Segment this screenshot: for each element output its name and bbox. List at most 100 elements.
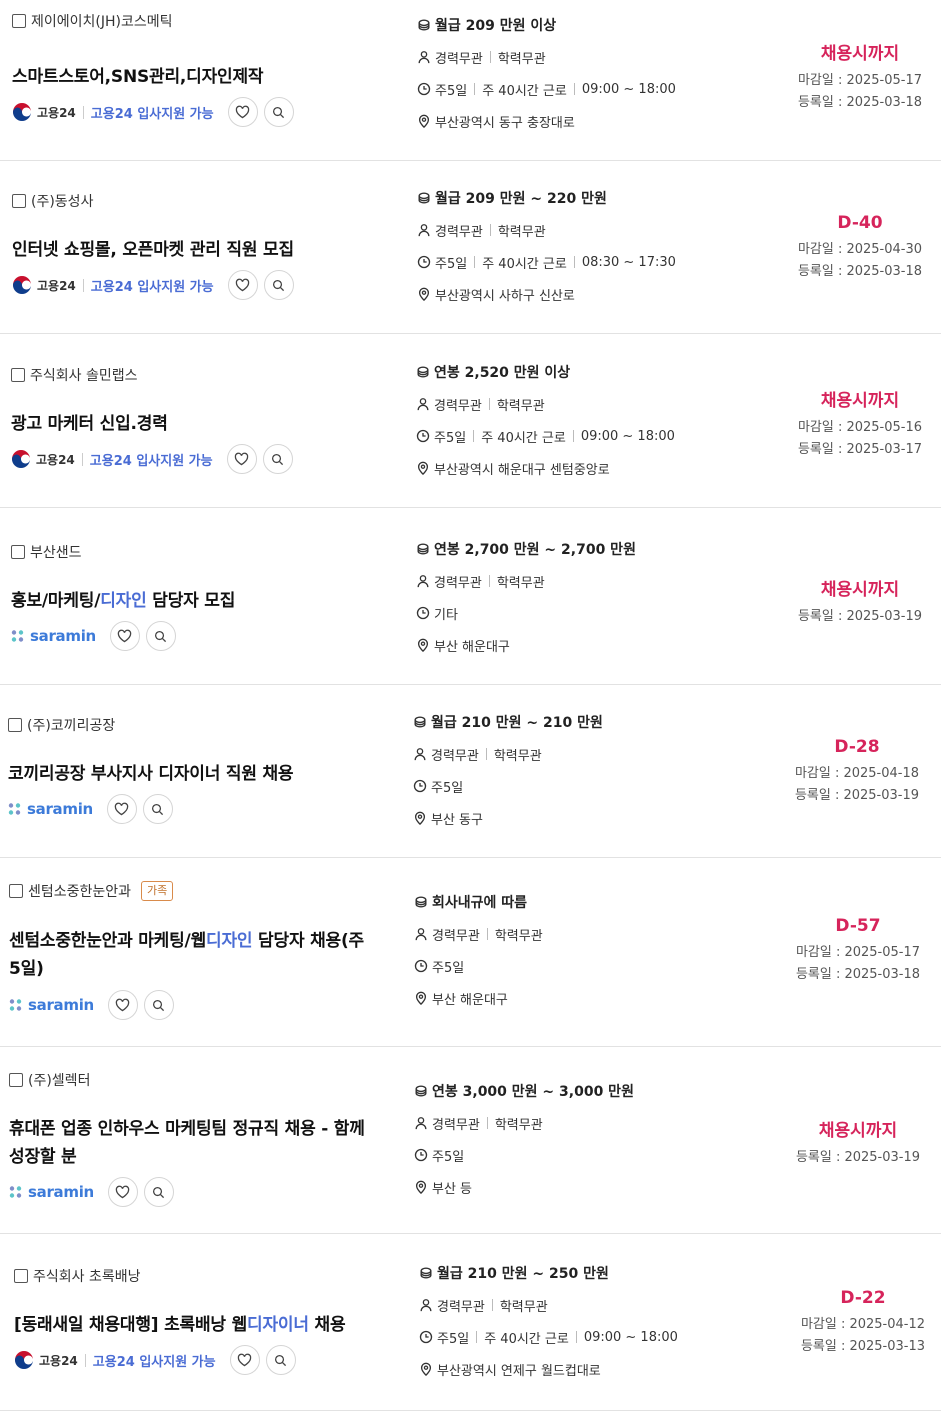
divider <box>82 105 84 119</box>
company-name[interactable]: 부산샌드 <box>30 542 82 562</box>
favorite-button[interactable] <box>106 794 137 824</box>
career: 경력무관 <box>434 575 482 591</box>
select-checkbox[interactable] <box>11 368 25 382</box>
select-checkbox[interactable] <box>12 194 26 208</box>
job-deadline: D-22 마감일 : 2025-04-12 등록일 : 2025-03-13 <box>798 1288 928 1358</box>
schedule-line: 주5일 주 40시간 근로 09:00 ~ 18:00 <box>417 73 676 105</box>
title-text: 채용 <box>308 1315 346 1335</box>
clock-icon <box>417 255 435 269</box>
person-icon <box>417 50 435 64</box>
company-name[interactable]: 제이에이치(JH)코스메틱 <box>31 11 173 31</box>
heart-icon <box>117 629 132 643</box>
favorite-button[interactable] <box>229 1345 260 1375</box>
job-conditions: 월급 209 만원 이상 경력무관 학력무관 주5일 주 40시간 근로 09:00 ~ … <box>417 9 676 137</box>
location-line: 부산 해운대구 <box>416 629 636 661</box>
gov24-apply-link[interactable]: 고용24 입사지원 가능 <box>93 1351 216 1370</box>
job-title[interactable]: [동래새일 채용대행] 초록배낭 웹디자이너 채용 <box>14 1311 374 1339</box>
job-conditions: 연봉 2,520 만원 이상 경력무관 학력무관 주5일 주 40시간 근로 09:00 … <box>416 356 675 484</box>
job-row: (주)셀렉터휴대폰 업종 인하우스 마케팅팀 정규직 채용 - 함께 성장할 분… <box>0 1047 941 1234</box>
gov24-apply-link[interactable]: 고용24 입사지원 가능 <box>90 450 213 469</box>
favorite-button[interactable] <box>107 990 138 1020</box>
coin-icon <box>413 715 431 729</box>
dates: 마감일 : 2025-05-16 등록일 : 2025-03-17 <box>795 417 925 461</box>
deadline-date: 마감일 : 2025-05-17 <box>797 73 923 88</box>
job-row: 부산샌드홍보/마케팅/디자인 담당자 모집 saramin 연봉 2,700 만원 … <box>0 508 941 685</box>
job-title[interactable]: 휴대폰 업종 인하우스 마케팅팀 정규직 채용 - 함께 성장할 분 <box>9 1115 369 1171</box>
favorite-button[interactable] <box>227 270 258 300</box>
company-line: (주)셀렉터 <box>9 1070 369 1090</box>
saramin-dots-icon <box>9 1185 28 1199</box>
search-button[interactable] <box>265 1345 296 1375</box>
gov24-apply-link[interactable]: 고용24 입사지원 가능 <box>91 103 214 122</box>
title-keyword-highlight: 디자인 <box>100 591 147 611</box>
heart-icon <box>115 998 130 1012</box>
job-deadline: D-57 마감일 : 2025-05-17 등록일 : 2025-03-18 <box>793 916 923 986</box>
deadline-label: 채용시까지 <box>820 44 900 64</box>
select-checkbox[interactable] <box>11 545 25 559</box>
career: 경력무관 <box>435 51 483 67</box>
career: 경력무관 <box>435 224 483 240</box>
search-button[interactable] <box>263 270 294 300</box>
source-actions: 고용24 고용24 입사지원 가능 <box>11 444 293 474</box>
company-line: 주식회사 솔민랩스 <box>11 365 371 385</box>
company-name[interactable]: 주식회사 솔민랩스 <box>30 365 138 385</box>
company-name[interactable]: (주)코끼리공장 <box>27 715 115 735</box>
coin-icon <box>419 1266 437 1280</box>
gov24-logo-text: 고용24 <box>36 452 75 467</box>
title-text: 코끼리공장 부사지사 디자이너 직원 채용 <box>8 764 294 784</box>
select-checkbox[interactable] <box>9 1073 23 1087</box>
gov24-logo: 고용24 <box>12 275 76 295</box>
person-icon <box>419 1298 437 1312</box>
search-button[interactable] <box>142 794 173 824</box>
job-title[interactable]: 인터넷 쇼핑몰, 오픈마켓 관리 직원 모집 <box>12 236 372 264</box>
job-left: 주식회사 초록배낭 [동래새일 채용대행] 초록배낭 웹디자이너 채용 고용24 고용… <box>14 1266 374 1375</box>
select-checkbox[interactable] <box>12 14 26 28</box>
schedule-item: 주5일 <box>434 430 467 446</box>
salary: 연봉 2,700 만원 ~ 2,700 만원 <box>434 542 636 558</box>
registered-date: 등록일 : 2025-03-19 <box>797 609 923 624</box>
job-title[interactable]: 스마트스토어,SNS관리,디자인제작 <box>12 63 372 91</box>
title-text: 광고 마케터 신입.경력 <box>11 414 168 434</box>
registered-date: 등록일 : 2025-03-17 <box>797 442 923 457</box>
company-name[interactable]: (주)셀렉터 <box>28 1070 90 1090</box>
location-line: 부산 동구 <box>413 802 603 834</box>
search-button[interactable] <box>143 1177 174 1207</box>
search-button[interactable] <box>262 444 293 474</box>
favorite-button[interactable] <box>226 444 257 474</box>
deadline-label: 채용시까지 <box>820 391 900 411</box>
search-button[interactable] <box>145 621 176 651</box>
location: 부산광역시 사하구 신산로 <box>435 288 575 304</box>
company-name[interactable]: (주)동성사 <box>31 191 93 211</box>
job-conditions: 월급 210 만원 ~ 210 만원 경력무관 학력무관 주5일 부산 동구 <box>413 706 603 834</box>
search-button[interactable] <box>143 990 174 1020</box>
schedule-item: 주 40시간 근로 <box>482 83 567 99</box>
divider <box>488 398 490 410</box>
schedule-item: 주5일 <box>435 83 468 99</box>
gov24-source: 고용24 고용24 입사지원 가능 <box>12 275 214 295</box>
saramin-logo: saramin <box>11 627 96 645</box>
favorite-button[interactable] <box>227 97 258 127</box>
saramin-logo-text: saramin <box>28 996 94 1014</box>
source-actions: saramin <box>9 990 174 1020</box>
company-name[interactable]: 주식회사 초록배낭 <box>33 1266 141 1286</box>
source-actions: 고용24 고용24 입사지원 가능 <box>12 97 294 127</box>
select-checkbox[interactable] <box>14 1269 28 1283</box>
job-title[interactable]: 센텀소중한눈안과 마케팅/웹디자인 담당자 채용(주5일) <box>9 927 369 983</box>
gov24-apply-link[interactable]: 고용24 입사지원 가능 <box>91 276 214 295</box>
favorite-button[interactable] <box>109 621 140 651</box>
location-line: 부산광역시 연제구 월드컵대로 <box>419 1353 678 1385</box>
search-button[interactable] <box>263 97 294 127</box>
job-title[interactable]: 코끼리공장 부사지사 디자이너 직원 채용 <box>8 760 368 788</box>
clock-icon <box>414 1148 432 1162</box>
location-pin-icon <box>414 991 432 1005</box>
search-icon <box>274 1354 287 1367</box>
divider <box>474 256 476 268</box>
job-title[interactable]: 광고 마케터 신입.경력 <box>11 410 371 438</box>
select-checkbox[interactable] <box>9 884 23 898</box>
job-title[interactable]: 홍보/마케팅/디자인 담당자 모집 <box>11 587 371 615</box>
select-checkbox[interactable] <box>8 718 22 732</box>
company-name[interactable]: 센텀소중한눈안과 <box>28 881 131 901</box>
favorite-button[interactable] <box>107 1177 138 1207</box>
location: 부산광역시 해운대구 센텀중앙로 <box>434 462 610 478</box>
education: 학력무관 <box>497 224 546 240</box>
